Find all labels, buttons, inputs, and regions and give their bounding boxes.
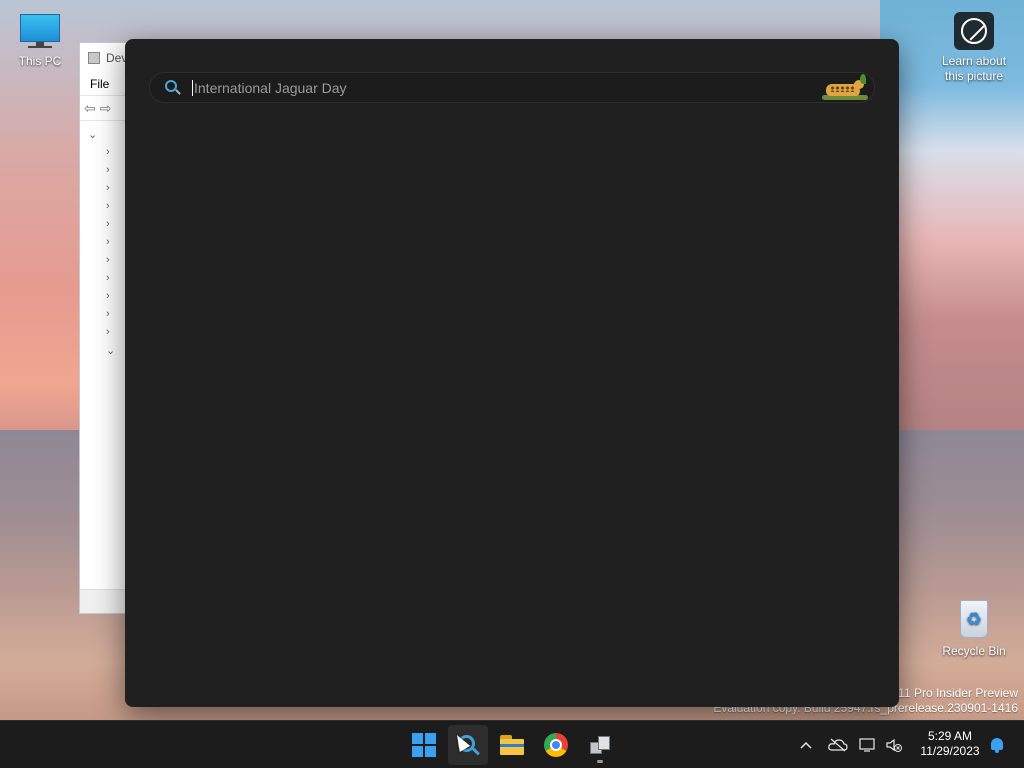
- windows-logo-icon: [412, 733, 436, 757]
- desktop-icon-learn-about-picture[interactable]: Learn about this picture: [934, 12, 1014, 84]
- device-manager-icon: [588, 734, 612, 756]
- taskbar-clock[interactable]: 5:29 AM 11/29/2023: [916, 729, 984, 759]
- start-button[interactable]: [404, 725, 444, 765]
- chrome-icon: [544, 733, 568, 757]
- taskbar-file-explorer[interactable]: [492, 725, 532, 765]
- network-icon[interactable]: [856, 733, 880, 757]
- app-icon: [88, 52, 100, 64]
- search-icon: [164, 79, 182, 97]
- system-tray: [794, 721, 906, 768]
- desktop-icon-label: Recycle Bin: [942, 644, 1006, 658]
- desktop-icon-label: This PC: [18, 54, 62, 68]
- search-flyout: [125, 39, 899, 707]
- forward-arrow-icon[interactable]: ⇨: [100, 100, 112, 117]
- back-arrow-icon[interactable]: ⇦: [84, 100, 96, 117]
- taskbar-chrome[interactable]: [536, 725, 576, 765]
- desktop-icon-label-line2: this picture: [944, 69, 1004, 83]
- desktop-icon-label-line1: Learn about: [941, 54, 1007, 68]
- taskbar: 5:29 AM 11/29/2023: [0, 720, 1024, 768]
- show-hidden-icons-chevron-icon[interactable]: [794, 733, 818, 757]
- volume-muted-icon[interactable]: [882, 733, 906, 757]
- menu-file[interactable]: File: [90, 77, 109, 91]
- search-box[interactable]: [149, 72, 875, 103]
- onedrive-offline-icon[interactable]: [826, 733, 850, 757]
- jaguar-icon[interactable]: [822, 73, 870, 102]
- taskbar-device-manager[interactable]: [580, 725, 620, 765]
- learn-about-picture-icon: [954, 12, 994, 50]
- search-input[interactable]: [193, 79, 822, 96]
- monitor-icon: [18, 12, 62, 50]
- clock-time: 5:29 AM: [927, 729, 973, 743]
- notification-bell-icon[interactable]: [988, 735, 1006, 753]
- running-indicator: [597, 760, 603, 763]
- recycle-bin-icon: ♻: [956, 596, 992, 640]
- folder-icon: [500, 735, 524, 755]
- desktop-icon-this-pc[interactable]: This PC: [0, 12, 80, 69]
- clock-date: 11/29/2023: [920, 744, 980, 758]
- desktop-icon-recycle-bin[interactable]: ♻ Recycle Bin: [934, 596, 1014, 659]
